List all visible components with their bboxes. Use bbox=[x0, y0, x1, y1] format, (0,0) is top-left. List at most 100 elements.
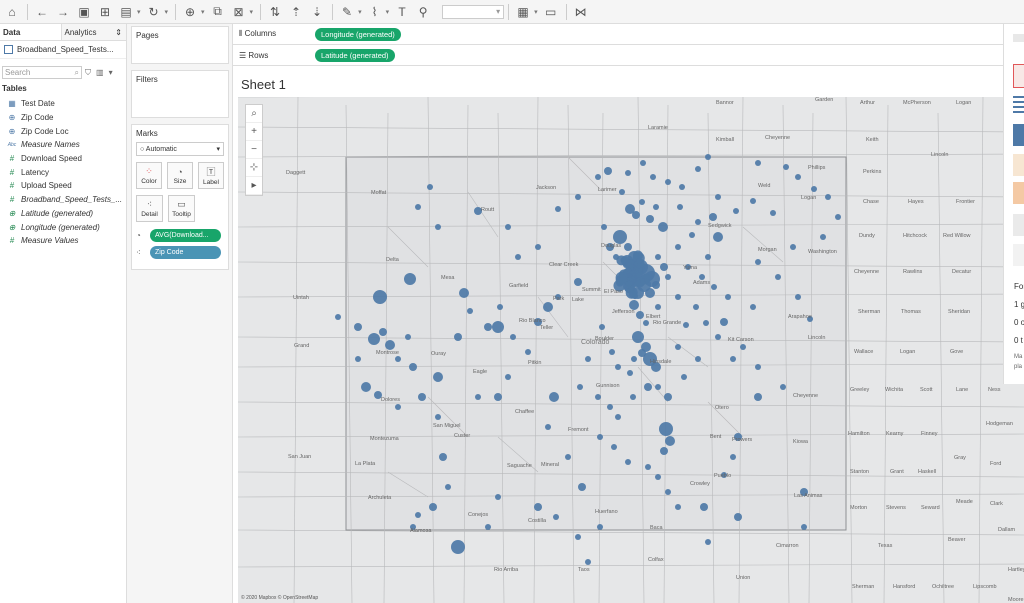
chart-type-thumbnail[interactable] bbox=[1013, 154, 1024, 176]
zip-code-mark[interactable] bbox=[665, 489, 671, 495]
zip-code-mark[interactable] bbox=[638, 349, 646, 357]
view-options-icon[interactable]: ▥ bbox=[96, 68, 104, 77]
zip-code-mark[interactable] bbox=[361, 382, 371, 392]
zip-code-mark[interactable] bbox=[665, 274, 671, 280]
zip-code-mark[interactable] bbox=[835, 214, 841, 220]
refresh-icon[interactable]: ↻ bbox=[144, 2, 164, 22]
zip-code-mark[interactable] bbox=[578, 483, 586, 491]
map-view[interactable]: Bannor Garden Arthur McPherson Logan Laramie K… bbox=[238, 97, 1024, 603]
zip-code-mark[interactable] bbox=[575, 534, 581, 540]
zip-code-mark[interactable] bbox=[715, 194, 721, 200]
zip-code-mark[interactable] bbox=[553, 514, 559, 520]
size-pill[interactable]: AVG(Download... bbox=[150, 229, 221, 242]
zip-code-mark[interactable] bbox=[611, 444, 617, 450]
forward-icon[interactable]: → bbox=[53, 2, 73, 22]
zip-code-mark[interactable] bbox=[484, 323, 492, 331]
sort-desc-icon[interactable]: ⇣ bbox=[307, 2, 327, 22]
zip-code-mark[interactable] bbox=[619, 189, 625, 195]
zip-code-mark[interactable] bbox=[665, 179, 671, 185]
zip-code-mark[interactable] bbox=[755, 160, 761, 166]
zip-code-mark[interactable] bbox=[625, 459, 631, 465]
zip-code-mark[interactable] bbox=[695, 356, 701, 362]
zip-code-mark[interactable] bbox=[385, 340, 395, 350]
zip-code-mark[interactable] bbox=[609, 349, 615, 355]
zip-code-mark[interactable] bbox=[664, 393, 672, 401]
zip-code-mark[interactable] bbox=[634, 277, 645, 288]
zip-code-mark[interactable] bbox=[705, 154, 711, 160]
zip-code-mark[interactable] bbox=[459, 288, 469, 298]
zip-code-mark[interactable] bbox=[607, 404, 613, 410]
columns-pill[interactable]: Longitude (generated) bbox=[315, 27, 401, 41]
zip-code-mark[interactable] bbox=[677, 204, 683, 210]
rows-pill[interactable]: Latitude (generated) bbox=[315, 48, 395, 62]
zip-code-mark[interactable] bbox=[510, 334, 516, 340]
zip-code-mark[interactable] bbox=[695, 166, 701, 172]
zip-code-mark[interactable] bbox=[604, 167, 612, 175]
zip-code-mark[interactable] bbox=[409, 363, 417, 371]
zip-code-mark[interactable] bbox=[679, 184, 685, 190]
filter-icon[interactable]: ⛉ bbox=[85, 68, 91, 78]
sheet-title[interactable]: Sheet 1 bbox=[233, 68, 1003, 92]
zip-code-mark[interactable] bbox=[695, 219, 701, 225]
refresh-caret-icon[interactable]: ▾ bbox=[165, 8, 169, 16]
zip-code-mark[interactable] bbox=[595, 174, 601, 180]
zip-code-mark[interactable] bbox=[445, 484, 451, 490]
zip-code-mark[interactable] bbox=[545, 424, 551, 430]
new-datasource-icon[interactable]: ⊞ bbox=[95, 2, 115, 22]
zip-code-mark[interactable] bbox=[658, 222, 668, 232]
zip-code-mark[interactable] bbox=[577, 384, 583, 390]
zip-code-mark[interactable] bbox=[713, 232, 723, 242]
swap-icon[interactable]: ⇅ bbox=[265, 2, 285, 22]
zip-code-mark[interactable] bbox=[675, 344, 681, 350]
zip-code-mark[interactable] bbox=[750, 304, 756, 310]
zip-code-mark[interactable] bbox=[433, 372, 443, 382]
zip-code-mark[interactable] bbox=[497, 304, 503, 310]
zip-code-mark[interactable] bbox=[439, 453, 447, 461]
zip-code-mark[interactable] bbox=[624, 243, 632, 251]
zip-code-mark[interactable] bbox=[574, 278, 582, 286]
size-button[interactable]: ◔ Size bbox=[167, 162, 193, 189]
field-zip-code-loc[interactable]: ⊕ Zip Code Loc bbox=[0, 124, 126, 138]
zip-code-mark[interactable] bbox=[467, 308, 473, 314]
tab-collapse-icon[interactable]: ⇕ bbox=[115, 28, 122, 37]
zip-code-mark[interactable] bbox=[615, 364, 621, 370]
zip-code-mark[interactable] bbox=[730, 356, 736, 362]
zip-code-mark[interactable] bbox=[639, 199, 645, 205]
zip-code-mark[interactable] bbox=[404, 273, 416, 285]
pause-caret-icon[interactable]: ▾ bbox=[137, 8, 141, 16]
zip-code-mark[interactable] bbox=[665, 436, 675, 446]
zip-code-mark[interactable] bbox=[616, 255, 627, 266]
chevron-down-icon[interactable]: ▾ bbox=[109, 68, 113, 77]
field-measure-values[interactable]: # Measure Values bbox=[0, 234, 126, 248]
zip-code-mark[interactable] bbox=[585, 559, 591, 565]
group-icon[interactable]: ⌇ bbox=[365, 2, 385, 22]
zip-code-mark[interactable] bbox=[650, 174, 656, 180]
label-icon[interactable]: T bbox=[392, 2, 412, 22]
zip-code-mark[interactable] bbox=[601, 224, 607, 230]
chart-type-thumbnail[interactable] bbox=[1013, 96, 1024, 116]
zip-code-mark[interactable] bbox=[492, 321, 504, 333]
zip-code-mark[interactable] bbox=[703, 320, 709, 326]
chart-type-thumbnail[interactable] bbox=[1013, 124, 1024, 146]
zip-code-mark[interactable] bbox=[615, 271, 628, 284]
zip-code-mark[interactable] bbox=[675, 294, 681, 300]
color-button[interactable]: ⁘ Color bbox=[136, 162, 162, 189]
tab-data[interactable]: Data bbox=[0, 24, 62, 40]
filters-card[interactable]: Filters bbox=[131, 70, 229, 118]
zip-code-mark[interactable] bbox=[681, 374, 687, 380]
zip-code-mark[interactable] bbox=[725, 294, 731, 300]
zip-code-mark[interactable] bbox=[435, 414, 441, 420]
zip-code-mark[interactable] bbox=[632, 331, 644, 343]
zip-code-mark[interactable] bbox=[660, 263, 668, 271]
zip-code-mark[interactable] bbox=[373, 290, 387, 304]
duplicate-icon[interactable]: ⧉ bbox=[208, 2, 228, 22]
label-button[interactable]: 🅃 Label bbox=[198, 162, 224, 189]
zip-code-mark[interactable] bbox=[595, 394, 601, 400]
field-zip-code[interactable]: ⊕ Zip Code bbox=[0, 111, 126, 125]
zoom-out-icon[interactable]: − bbox=[246, 141, 262, 159]
zip-code-mark[interactable] bbox=[535, 244, 541, 250]
zip-code-mark[interactable] bbox=[693, 304, 699, 310]
zip-code-mark[interactable] bbox=[355, 356, 361, 362]
zip-code-mark[interactable] bbox=[636, 257, 643, 264]
field-upload-speed[interactable]: # Upload Speed bbox=[0, 179, 126, 193]
